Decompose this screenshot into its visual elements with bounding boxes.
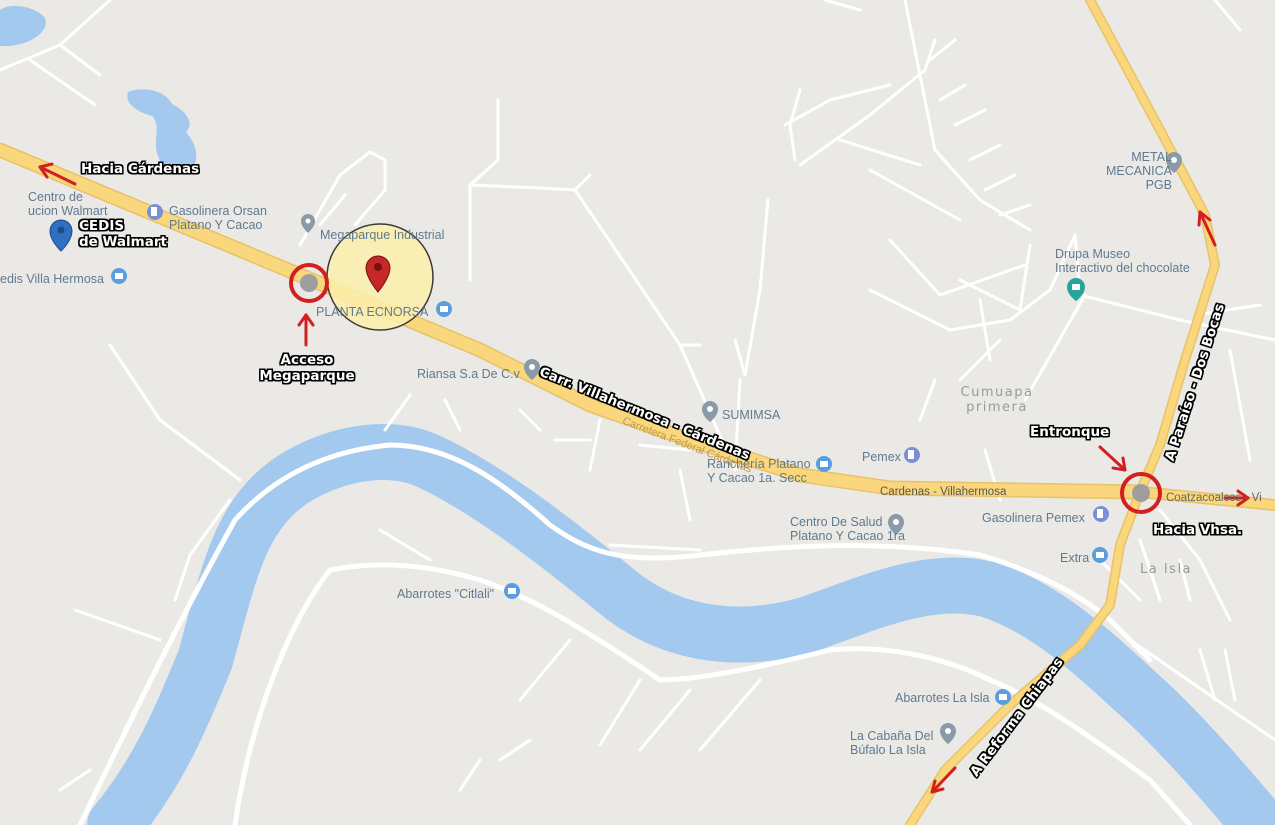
gas-station-icon[interactable]: [904, 447, 920, 463]
poi-megaparque[interactable]: Megaparque Industrial: [320, 228, 444, 242]
poi-metal-mecanica[interactable]: METAL MECANICA PGB: [1092, 150, 1172, 192]
annotation-entronque: Entronque: [1030, 424, 1110, 440]
shopping-icon[interactable]: [436, 301, 452, 317]
poi-gasolinera-pemex[interactable]: Gasolinera Pemex: [982, 511, 1085, 525]
gas-station-icon[interactable]: [1093, 506, 1109, 522]
shopping-icon[interactable]: [504, 583, 520, 599]
poi-planta[interactable]: PLANTA ECNORSA: [316, 305, 428, 319]
road-label-coatzacoalcos: Coatzacoalcos - Vi: [1166, 492, 1262, 504]
shopping-icon[interactable]: [111, 268, 127, 284]
place-la-isla: La Isla: [1140, 562, 1193, 577]
poi-cedis-villa[interactable]: edis Villa Hermosa: [0, 272, 104, 286]
poi-centro-salud[interactable]: Centro De Salud Platano Y Cacao 1ra: [790, 515, 930, 543]
poi-extra[interactable]: Extra: [1060, 551, 1089, 565]
annotation-acceso: Acceso Megaparque: [259, 352, 355, 384]
poi-drupa[interactable]: Drupa Museo Interactivo del chocolate: [1055, 247, 1215, 275]
poi-gasolinera-orsan[interactable]: Gasolinera Orsan Platano Y Cacao: [169, 204, 299, 232]
poi-cabana-bufalo[interactable]: La Cabaña Del Búfalo La Isla: [850, 729, 950, 757]
place-cumuapa: Cumuapa primera: [960, 385, 1034, 415]
road-label-cardenas-villahermosa: Cardenas - Villahermosa: [880, 486, 1007, 498]
annotation-hacia-cardenas: Hacia Cárdenas: [81, 161, 200, 177]
poi-abarrotes-la-isla[interactable]: Abarrotes La Isla: [895, 691, 990, 705]
shopping-icon[interactable]: [1092, 547, 1108, 563]
annotation-hacia-vhsa: Hacia Vhsa.: [1153, 522, 1243, 538]
poi-centro-walmart[interactable]: Centro de ucion Walmart: [28, 190, 138, 218]
shopping-icon[interactable]: [995, 689, 1011, 705]
poi-sumimsa[interactable]: SUMIMSA: [722, 408, 780, 422]
poi-pemex[interactable]: Pemex: [862, 450, 901, 464]
poi-abarrotes-citlali[interactable]: Abarrotes "Citlali": [397, 587, 494, 601]
annotation-cedis: CEDIS de Walmart: [79, 218, 167, 250]
poi-riansa[interactable]: Riansa S.a De C.v: [417, 367, 520, 381]
